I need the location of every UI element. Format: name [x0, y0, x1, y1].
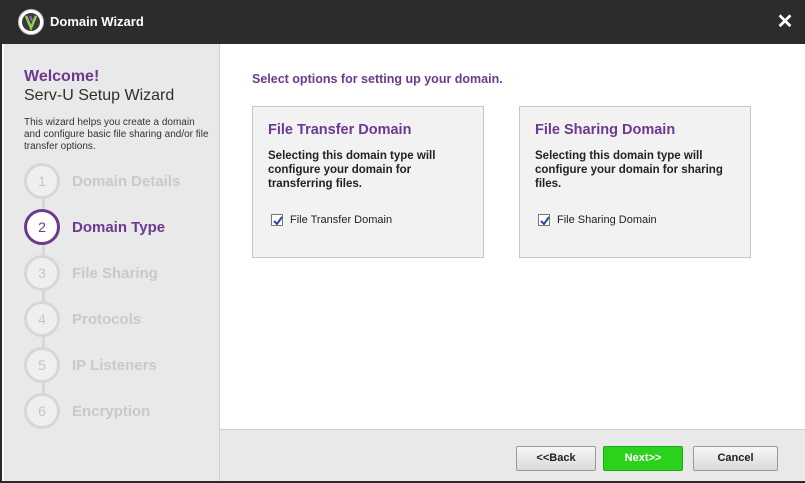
- wizard-content: Select options for setting up your domai…: [220, 44, 805, 429]
- checkmark-icon: [540, 216, 550, 226]
- step-protocols: 4 Protocols: [24, 301, 214, 341]
- step-label: Domain Details: [72, 173, 181, 190]
- step-label: IP Listeners: [72, 357, 157, 374]
- file-transfer-domain-panel: File Transfer Domain Selecting this doma…: [252, 106, 484, 258]
- checkbox-label[interactable]: File Transfer Domain: [290, 214, 392, 226]
- step-encryption: 6 Encryption: [24, 393, 214, 433]
- checkmark-icon: [273, 216, 283, 226]
- step-ip-listeners: 5 IP Listeners: [24, 347, 214, 387]
- checkbox-label[interactable]: File Sharing Domain: [557, 214, 657, 226]
- window-title: Domain Wizard: [50, 14, 144, 29]
- step-label: Encryption: [72, 403, 151, 420]
- wizard-intro-text: This wizard helps you create a domain an…: [24, 117, 209, 152]
- step-domain-details: 1 Domain Details: [24, 163, 214, 203]
- step-connector: [42, 245, 45, 255]
- file-sharing-domain-panel: File Sharing Domain Selecting this domai…: [519, 106, 751, 258]
- step-connector: [42, 291, 45, 301]
- step-number: 3: [24, 255, 60, 291]
- wizard-sidebar: Welcome! Serv-U Setup Wizard This wizard…: [4, 44, 220, 481]
- step-number: 6: [24, 393, 60, 429]
- panel-description: Selecting this domain type will configur…: [268, 150, 436, 190]
- step-label: File Sharing: [72, 265, 158, 282]
- wizard-name: Serv-U Setup Wizard: [24, 87, 175, 104]
- step-connector: [42, 337, 45, 347]
- step-number: 4: [24, 301, 60, 337]
- panel-description: Selecting this domain type will configur…: [535, 150, 723, 190]
- welcome-heading: Welcome!: [24, 68, 100, 85]
- step-connector: [42, 199, 45, 209]
- next-button[interactable]: Next>>: [603, 446, 683, 471]
- page-heading: Select options for setting up your domai…: [252, 72, 503, 86]
- cancel-button[interactable]: Cancel: [693, 446, 778, 471]
- back-button[interactable]: <<Back: [516, 446, 596, 471]
- step-connector: [42, 383, 45, 393]
- step-domain-type: 2 Domain Type: [24, 209, 214, 249]
- step-file-sharing: 3 File Sharing: [24, 255, 214, 295]
- step-number: 5: [24, 347, 60, 383]
- domain-wizard-window: Domain Wizard ✕ Welcome! Serv-U Setup Wi…: [0, 0, 805, 483]
- panel-title: File Sharing Domain: [535, 122, 676, 138]
- panel-title: File Transfer Domain: [268, 122, 412, 138]
- step-label: Protocols: [72, 311, 142, 328]
- serv-u-logo-icon: [18, 9, 44, 35]
- wizard-footer: <<Back Next>> Cancel: [220, 429, 805, 481]
- title-bar: Domain Wizard ✕: [2, 0, 805, 44]
- step-label: Domain Type: [72, 219, 166, 236]
- step-number: 1: [24, 163, 60, 199]
- file-transfer-domain-checkbox[interactable]: [271, 214, 283, 226]
- file-sharing-domain-checkbox[interactable]: [538, 214, 550, 226]
- close-icon[interactable]: ✕: [773, 10, 797, 34]
- step-number: 2: [24, 209, 60, 245]
